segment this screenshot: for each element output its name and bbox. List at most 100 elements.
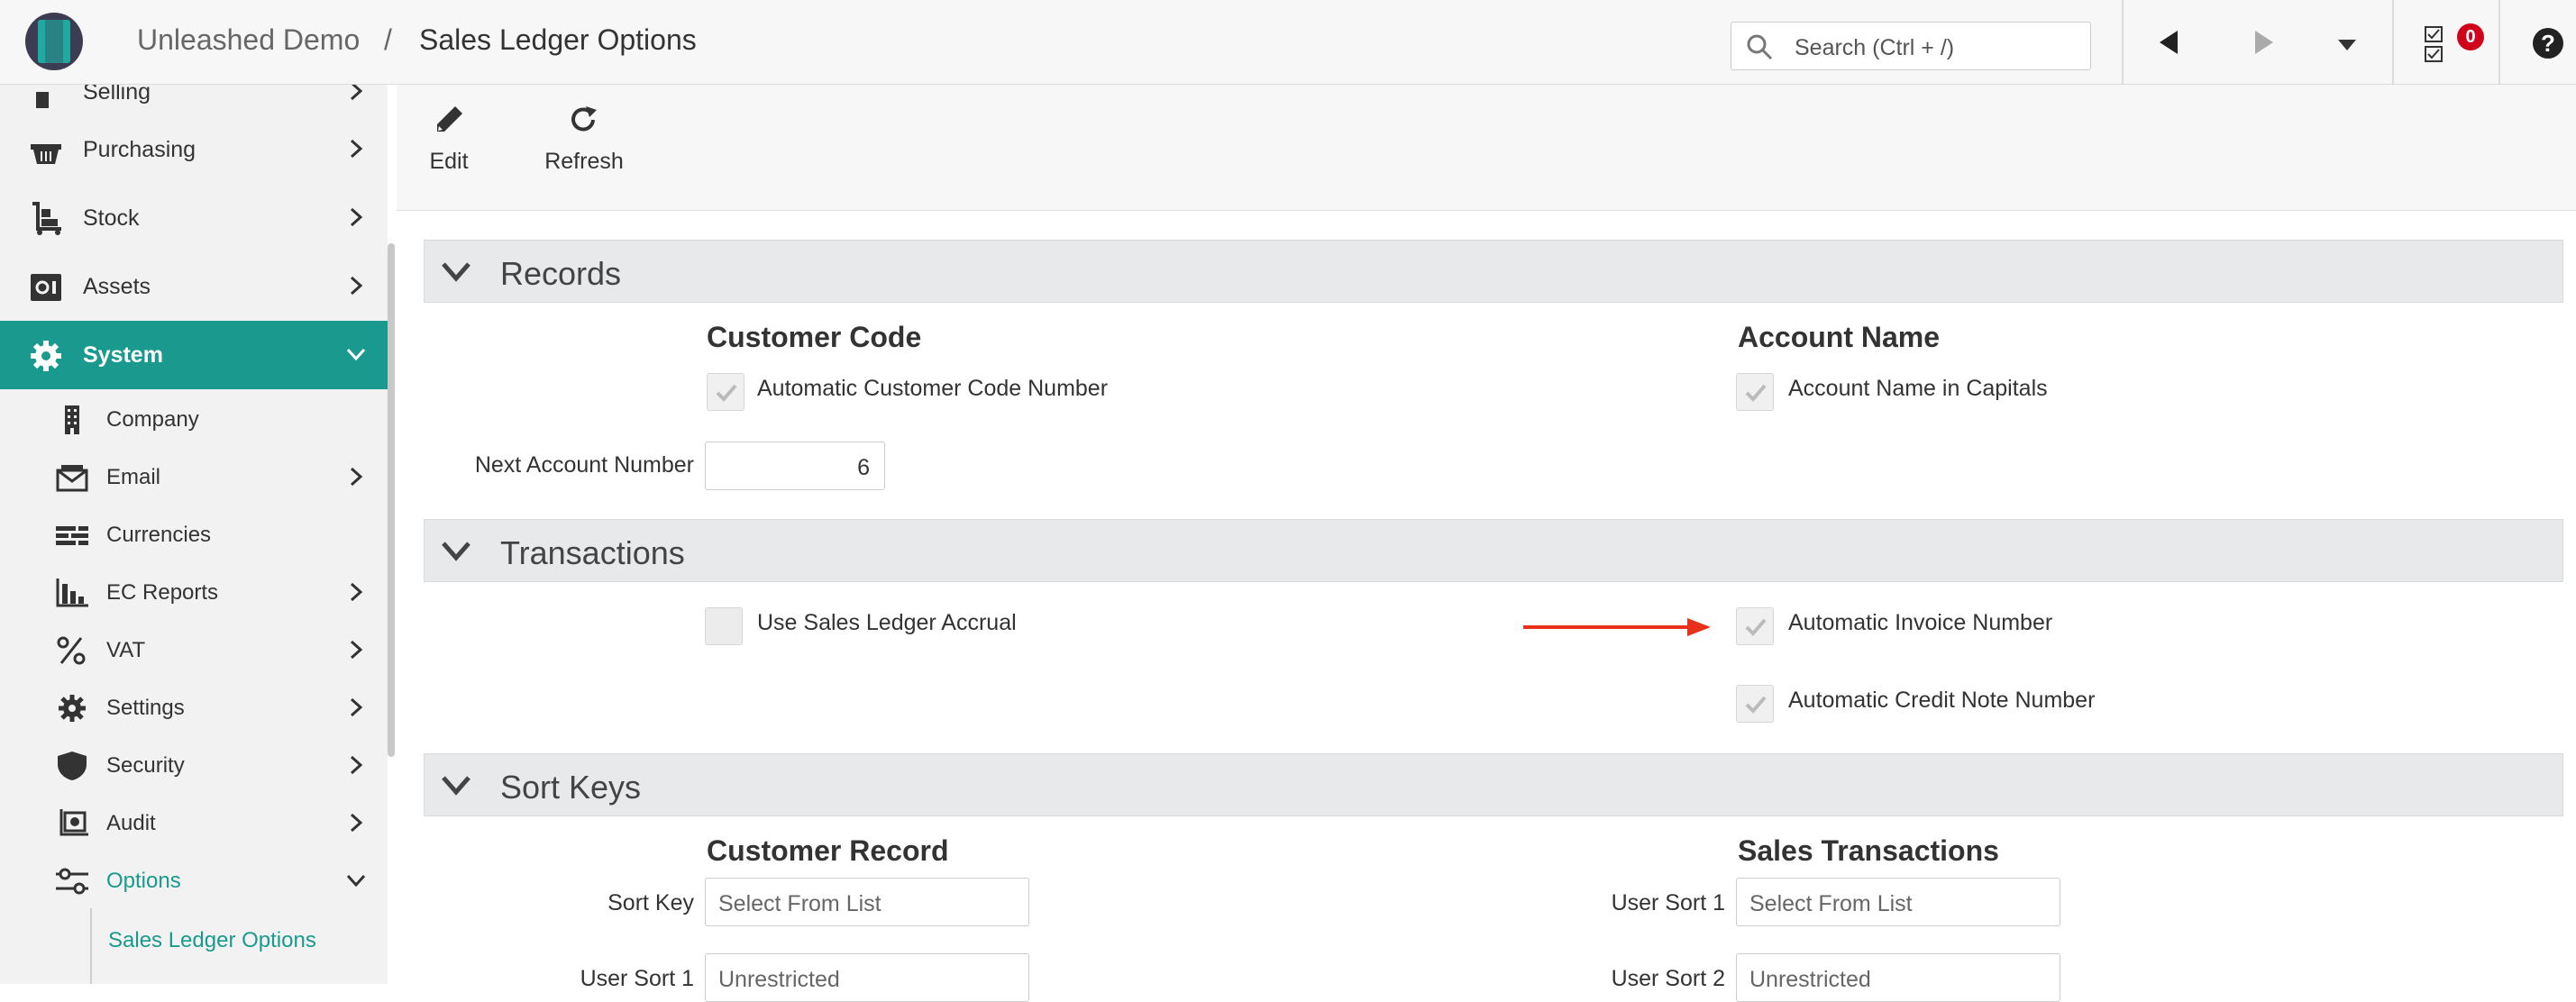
sidebar-item-label: Selling	[83, 85, 151, 105]
sales-user-sort2-placeholder: Unrestricted	[1749, 967, 1871, 992]
sidebar-item-label: Security	[106, 753, 185, 778]
shield-icon	[58, 752, 87, 780]
chevron-down-icon	[346, 348, 366, 361]
sidebar-item-currencies[interactable]: Currencies	[0, 505, 388, 562]
breadcrumb-separator: /	[384, 23, 392, 56]
app-logo[interactable]	[25, 13, 83, 70]
forward-arrow-icon[interactable]	[2253, 29, 2275, 56]
toolbar-divider	[2392, 0, 2394, 85]
sales-user-sort1-label: User Sort 1	[1611, 890, 1725, 915]
sales-user-sort1-select[interactable]: Select From List	[1736, 878, 2060, 926]
chevron-right-icon	[350, 467, 363, 487]
edit-button[interactable]: Edit	[420, 105, 478, 175]
sidebar-item-label: Purchasing	[83, 137, 196, 162]
breadcrumb-app[interactable]: Unleashed Demo	[137, 23, 360, 57]
next-account-number-value: 6	[857, 455, 870, 480]
section-title: Transactions	[500, 534, 685, 571]
toolbar-divider	[2122, 0, 2124, 85]
account-name-capitals-checkbox[interactable]	[1736, 373, 1774, 411]
task-list-icon[interactable]	[2425, 25, 2444, 63]
envelope-icon	[56, 465, 88, 492]
gear-icon	[31, 341, 61, 371]
sort-key-select[interactable]: Select From List	[705, 878, 1029, 926]
account-name-heading: Account Name	[1738, 321, 1941, 353]
customer-user-sort1-placeholder: Unrestricted	[718, 967, 840, 992]
pencil-icon	[437, 106, 462, 132]
sidebar-item-label: Sales Ledger Options	[108, 928, 316, 952]
sidebar-item-settings[interactable]: Settings	[0, 678, 388, 735]
back-arrow-icon[interactable]	[2158, 29, 2179, 56]
chevron-right-icon	[350, 139, 363, 159]
section-sort-keys-header[interactable]: Sort Keys	[424, 753, 2563, 816]
auto-customer-code-checkbox[interactable]	[707, 373, 744, 411]
refresh-icon	[571, 106, 597, 132]
help-icon[interactable]: ?	[2533, 28, 2563, 59]
sidebar-item-label: VAT	[106, 638, 146, 662]
sidebar-item-ec-reports[interactable]: EC Reports	[0, 562, 388, 620]
sales-ledger-accrual-checkbox[interactable]	[705, 607, 743, 645]
section-title: Records	[500, 255, 622, 292]
chevron-right-icon	[350, 85, 363, 101]
sidebar-item-purchasing[interactable]: Purchasing	[0, 115, 388, 184]
edit-label: Edit	[429, 149, 469, 174]
sliders-icon	[56, 868, 88, 895]
main-content: Edit Refresh Records Customer Code Autom…	[397, 85, 2576, 1002]
history-dropdown-icon[interactable]	[2338, 40, 2356, 50]
section-transactions-header[interactable]: Transactions	[424, 519, 2563, 582]
auto-invoice-number-checkbox[interactable]	[1736, 607, 1774, 645]
section-records-header[interactable]: Records	[424, 240, 2563, 303]
customer-record-heading: Customer Record	[707, 834, 949, 867]
action-toolbar: Edit Refresh	[397, 85, 2576, 211]
sidebar-item-label: EC Reports	[106, 580, 219, 605]
sidebar-item-email[interactable]: Email	[0, 447, 388, 505]
tree-line	[90, 908, 92, 984]
chevron-right-icon	[350, 207, 363, 227]
customer-user-sort1-select[interactable]: Unrestricted	[705, 953, 1029, 1002]
refresh-label: Refresh	[544, 149, 624, 174]
sidebar-item-label: Assets	[83, 274, 151, 299]
sort-key-placeholder: Select From List	[718, 891, 882, 916]
percent-icon	[57, 636, 86, 665]
sidebar-item-assets[interactable]: Assets	[0, 252, 388, 321]
auto-credit-note-label: Automatic Credit Note Number	[1788, 688, 2096, 713]
sidebar-item-label: Currencies	[106, 523, 212, 547]
sidebar-item-stock[interactable]: Stock	[0, 184, 388, 252]
notification-badge[interactable]: 0	[2457, 23, 2484, 50]
toolbar-divider	[2498, 0, 2500, 85]
sidebar-item-system[interactable]: System	[0, 321, 388, 389]
next-account-number-input[interactable]: 6	[705, 442, 885, 490]
sidebar: Selling Purchasing Stock Assets System C…	[0, 85, 388, 984]
checkmark-icon	[1745, 384, 1767, 402]
sales-ledger-accrual-label: Use Sales Ledger Accrual	[757, 610, 1017, 635]
sidebar-item-label: Options	[106, 869, 181, 893]
sidebar-item-audit[interactable]: Audit	[0, 793, 388, 851]
sidebar-scrollbar[interactable]	[388, 243, 395, 757]
building-icon	[65, 405, 79, 434]
chevron-down-icon	[442, 542, 470, 561]
top-bar: Unleashed Demo / Sales Ledger Options Se…	[0, 0, 2576, 85]
currency-icon	[56, 526, 88, 545]
refresh-button[interactable]: Refresh	[541, 105, 627, 175]
sidebar-item-options[interactable]: Options	[0, 851, 388, 908]
sidebar-item-company[interactable]: Company	[0, 389, 388, 447]
safe-icon	[31, 274, 61, 301]
sidebar-item-label: Stock	[83, 205, 140, 231]
chevron-right-icon	[350, 276, 363, 296]
logo-shade	[45, 16, 63, 67]
annotation-arrow	[1523, 618, 1711, 636]
auto-credit-note-checkbox[interactable]	[1736, 685, 1774, 723]
chevron-right-icon	[350, 697, 363, 717]
chevron-right-icon	[350, 640, 363, 660]
trolley-icon	[32, 202, 61, 235]
page-title: Sales Ledger Options	[419, 23, 697, 56]
sidebar-item-label: Settings	[106, 696, 185, 720]
audit-icon	[59, 809, 88, 836]
section-title: Sort Keys	[500, 769, 642, 806]
sidebar-item-sales-ledger-options[interactable]: Sales Ledger Options	[0, 908, 388, 984]
sidebar-item-vat[interactable]: VAT	[0, 620, 388, 678]
sidebar-item-label: System	[83, 342, 163, 368]
search-input[interactable]: Search (Ctrl + /)	[1731, 22, 2091, 70]
sidebar-item-security[interactable]: Security	[0, 735, 388, 793]
sales-user-sort2-select[interactable]: Unrestricted	[1736, 953, 2060, 1002]
chevron-right-icon	[350, 755, 363, 775]
